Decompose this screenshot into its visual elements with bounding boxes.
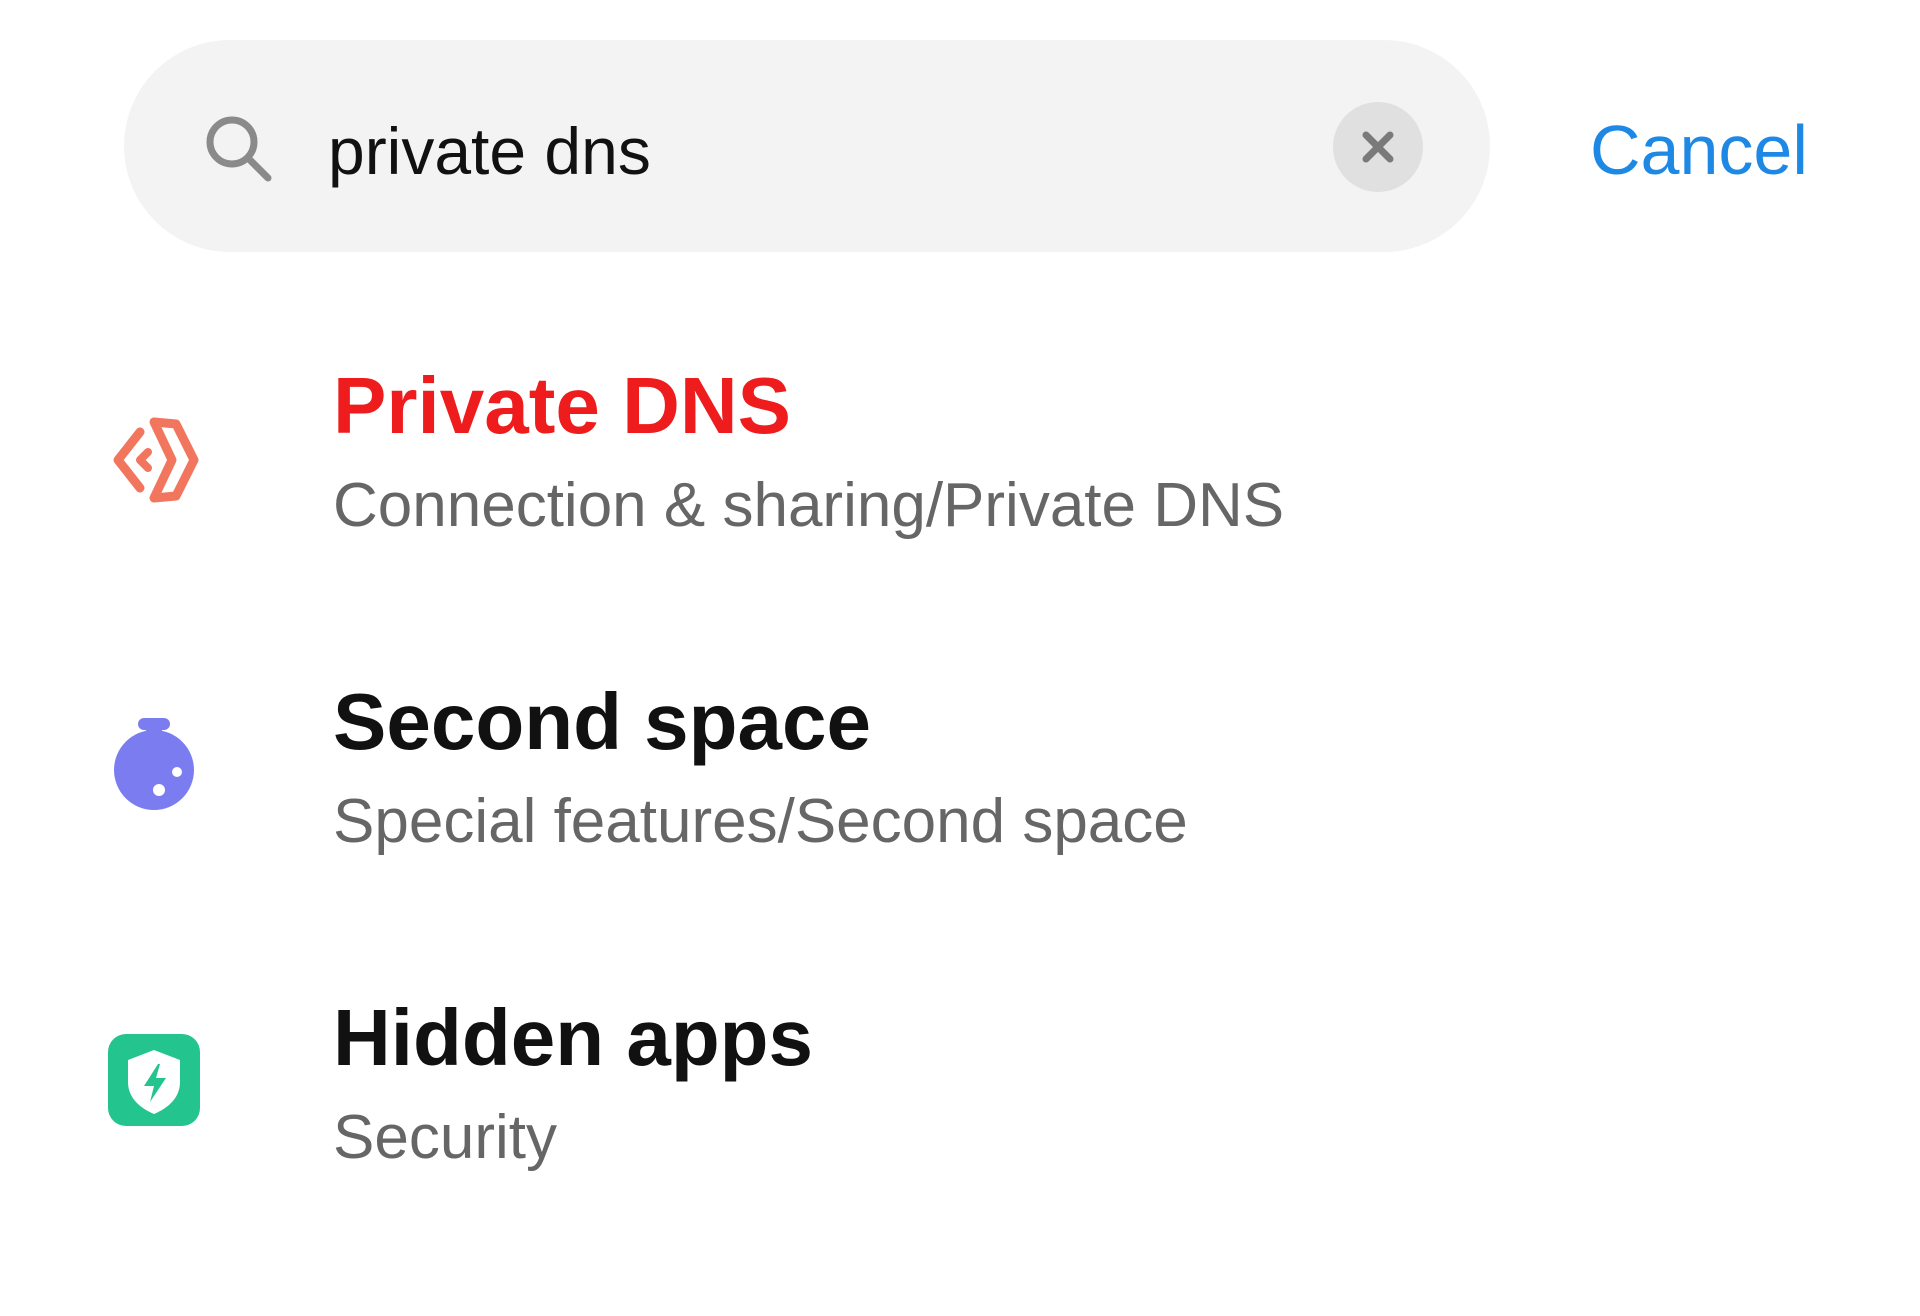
result-subtitle: Security: [333, 1103, 557, 1172]
result-subtitle: Connection & sharing/Private DNS: [333, 471, 1285, 540]
security-shield-icon: [108, 1034, 200, 1126]
search-icon: [206, 116, 272, 182]
search-input[interactable]: [328, 96, 1308, 206]
private-dns-icon: [113, 417, 199, 503]
result-title: Second space: [333, 677, 872, 766]
result-item-private-dns[interactable]: Private DNS Connection & sharing/Private…: [0, 330, 1920, 630]
result-item-hidden-apps[interactable]: Hidden apps Security: [0, 962, 1920, 1262]
result-title: Private DNS: [333, 361, 791, 450]
result-item-second-space[interactable]: Second space Special features/Second spa…: [0, 646, 1920, 946]
second-space-icon: [114, 718, 194, 810]
result-subtitle: Special features/Second space: [333, 787, 1188, 856]
clear-search-button[interactable]: [1333, 102, 1423, 192]
result-title: Hidden apps: [333, 993, 814, 1082]
cancel-button[interactable]: Cancel: [1590, 100, 1808, 200]
close-icon: [1362, 131, 1394, 163]
